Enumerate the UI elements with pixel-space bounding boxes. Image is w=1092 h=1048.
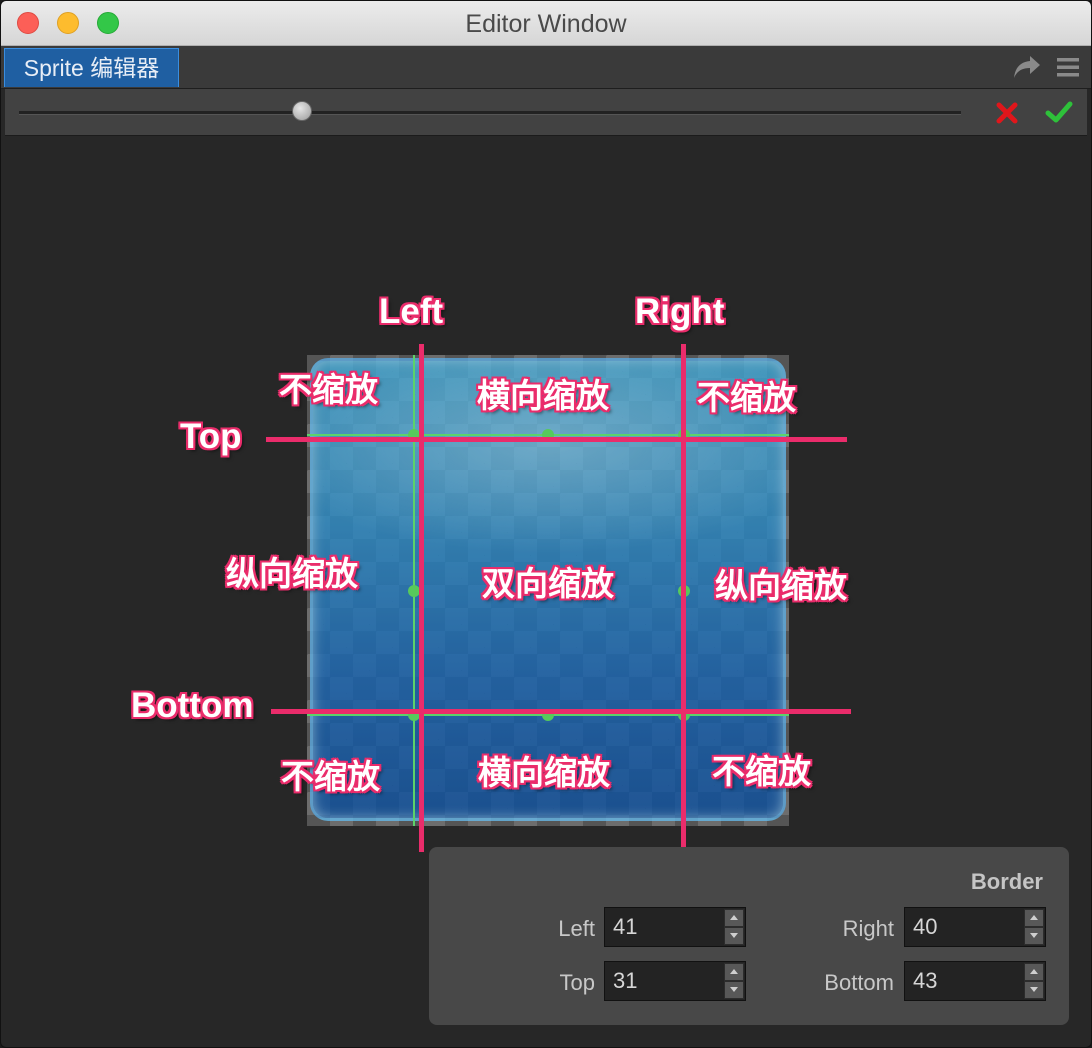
share-icon[interactable]: [1012, 54, 1042, 80]
zone-label-middle-left: 纵向缩放: [226, 555, 358, 592]
tab-bar: Sprite 编辑器: [1, 46, 1091, 89]
toolbar: [5, 89, 1087, 136]
zoom-slider-handle[interactable]: [291, 101, 312, 121]
annotation-line-left: [419, 344, 424, 852]
tab-sprite-editor[interactable]: Sprite 编辑器: [4, 48, 179, 87]
zone-label-bottom-left: 不缩放: [281, 758, 380, 795]
zone-label-center: 双向缩放: [482, 565, 614, 602]
border-right-decrement-button[interactable]: [1024, 927, 1044, 945]
zone-label-top-center: 横向缩放: [477, 377, 609, 414]
border-panel-title: Border: [970, 869, 1043, 894]
border-left-increment-button[interactable]: [724, 909, 744, 927]
arrow-up-icon: [1030, 969, 1038, 974]
arrow-up-icon: [730, 915, 738, 920]
arrow-up-icon: [730, 969, 738, 974]
x-icon[interactable]: [995, 101, 1019, 125]
guide-label-right: Right: [635, 292, 725, 331]
border-left-label: Left: [558, 916, 595, 941]
border-top-decrement-button[interactable]: [724, 981, 744, 999]
guide-label-left: Left: [379, 292, 444, 331]
border-bottom-increment-button[interactable]: [1024, 963, 1044, 981]
check-icon[interactable]: [1045, 99, 1073, 125]
border-right-field: [904, 907, 1046, 947]
border-bottom-decrement-button[interactable]: [1024, 981, 1044, 999]
border-left-input[interactable]: [605, 908, 723, 946]
zone-label-top-right: 不缩放: [697, 379, 796, 416]
window-title: Editor Window: [465, 10, 627, 38]
arrow-down-icon: [730, 987, 738, 992]
border-right-input[interactable]: [905, 908, 1023, 946]
border-top-increment-button[interactable]: [724, 963, 744, 981]
annotation-line-bottom: [271, 709, 851, 714]
arrow-down-icon: [1030, 933, 1038, 938]
border-bottom-label: Bottom: [824, 970, 894, 995]
border-right-label: Right: [842, 916, 894, 941]
border-top-label: Top: [559, 970, 595, 995]
border-top-input[interactable]: [605, 962, 723, 1000]
border-left-decrement-button[interactable]: [724, 927, 744, 945]
arrow-down-icon: [730, 933, 738, 938]
guide-label-top: Top: [180, 417, 242, 456]
annotation-line-right: [681, 344, 686, 847]
border-right-increment-button[interactable]: [1024, 909, 1044, 927]
title-bar: Editor Window: [1, 1, 1091, 46]
guide-label-bottom: Bottom: [131, 686, 254, 725]
zone-label-middle-right: 纵向缩放: [715, 567, 847, 604]
border-top-field: [604, 961, 746, 1001]
border-left-field: [604, 907, 746, 947]
annotation-line-top: [266, 437, 847, 442]
menu-icon[interactable]: [1057, 56, 1079, 78]
arrow-up-icon: [1030, 915, 1038, 920]
border-panel: Border Left Right Top Bottom: [429, 847, 1069, 1025]
sprite-canvas: Left Right Top Bottom 不缩放 横向缩放 不缩放 纵向缩放 …: [5, 136, 1087, 1044]
border-bottom-field: [904, 961, 1046, 1001]
zone-label-top-left: 不缩放: [279, 371, 378, 408]
zoom-slider-track[interactable]: [19, 111, 961, 115]
zone-label-bottom-right: 不缩放: [712, 753, 811, 790]
arrow-down-icon: [1030, 987, 1038, 992]
editor-window: Editor Window Sprite 编辑器 Left Right Top …: [0, 0, 1092, 1048]
zone-label-bottom-center: 横向缩放: [478, 754, 610, 791]
border-bottom-input[interactable]: [905, 962, 1023, 1000]
